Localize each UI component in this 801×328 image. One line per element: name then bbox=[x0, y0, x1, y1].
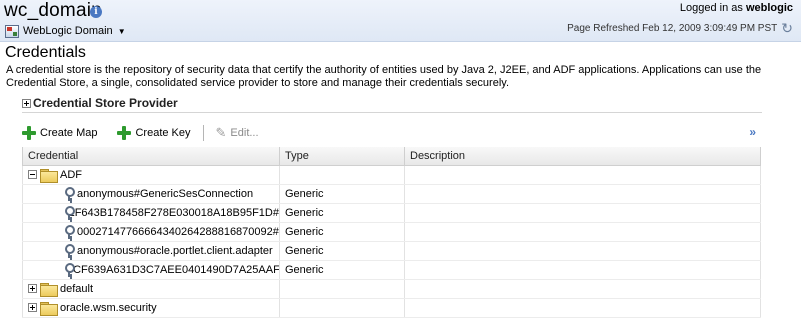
page-refreshed: Page Refreshed Feb 12, 2009 3:09:49 PM P… bbox=[567, 21, 793, 35]
credential-key-name: EF643B178458F278E030018A18B95F1D# bbox=[67, 206, 279, 219]
credential-store-provider-toggle[interactable]: Credential Store Provider bbox=[22, 96, 178, 110]
credentials-toolbar: Create Map Create Key ✎ Edit... » bbox=[14, 121, 762, 145]
credential-description bbox=[404, 203, 761, 223]
collapse-icon[interactable] bbox=[28, 170, 37, 179]
credential-key-name: anonymous#oracle.portlet.client.adapter bbox=[77, 244, 273, 257]
credential-description bbox=[404, 279, 761, 299]
table-row[interactable]: oracle.wsm.security bbox=[22, 298, 761, 318]
create-map-button[interactable]: Create Map bbox=[22, 126, 97, 140]
credential-description bbox=[404, 222, 761, 242]
plus-icon bbox=[22, 126, 36, 140]
key-icon bbox=[64, 243, 75, 258]
credential-description bbox=[404, 260, 761, 280]
table-header-row: Credential Type Description bbox=[22, 147, 761, 166]
refresh-icon[interactable]: ↻ bbox=[781, 21, 793, 35]
logged-in-prefix: Logged in as bbox=[679, 2, 743, 14]
page-refreshed-text: Page Refreshed Feb 12, 2009 3:09:49 PM P… bbox=[567, 22, 778, 34]
table-row[interactable]: 5CF639A631D3C7AEE0401490D7A25AAF Generic bbox=[22, 260, 761, 280]
page-title: Credentials bbox=[5, 44, 86, 61]
weblogic-domain-menu-label: WebLogic Domain bbox=[23, 25, 113, 37]
folder-icon bbox=[40, 301, 58, 316]
table-row[interactable]: anonymous#oracle.portlet.client.adapter … bbox=[22, 241, 761, 261]
page-header: wc_domain i WebLogic Domain ▼ Logged in … bbox=[0, 0, 801, 42]
double-chevron-right-icon[interactable]: » bbox=[749, 125, 756, 139]
folder-icon bbox=[40, 282, 58, 297]
weblogic-domain-menu[interactable]: WebLogic Domain ▼ bbox=[5, 23, 126, 39]
edit-button[interactable]: ✎ Edit... bbox=[216, 125, 259, 141]
key-icon bbox=[64, 186, 75, 201]
credential-type bbox=[279, 165, 405, 185]
credential-key-name: 5CF639A631D3C7AEE0401490D7A25AAF bbox=[67, 263, 280, 276]
table-row[interactable]: default bbox=[22, 279, 761, 299]
credential-description bbox=[404, 184, 761, 204]
create-key-button[interactable]: Create Key bbox=[117, 126, 191, 140]
logged-in-user: weblogic bbox=[745, 2, 793, 14]
create-map-label: Create Map bbox=[40, 127, 98, 139]
page-description: A credential store is the repository of … bbox=[6, 64, 762, 89]
credential-key-name: 00027147766664340264288816870092# bbox=[77, 225, 279, 238]
credential-description bbox=[404, 165, 761, 185]
credential-type: Generic bbox=[279, 222, 405, 242]
expand-icon bbox=[22, 98, 31, 108]
expand-icon[interactable] bbox=[28, 284, 37, 293]
credential-key-name: anonymous#GenericSesConnection bbox=[77, 187, 254, 200]
credential-map-name: default bbox=[60, 282, 94, 295]
credential-description bbox=[404, 298, 761, 318]
column-header-type[interactable]: Type bbox=[279, 147, 405, 166]
credential-map-name: ADF bbox=[60, 168, 82, 181]
edit-label: Edit... bbox=[230, 127, 259, 139]
table-row[interactable]: EF643B178458F278E030018A18B95F1D# Generi… bbox=[22, 203, 761, 223]
credentials-table: Credential Type Description ADF anonymou… bbox=[22, 147, 761, 318]
logged-in-status: Logged in as weblogic bbox=[680, 2, 793, 14]
folder-icon bbox=[40, 168, 58, 183]
table-row[interactable]: 00027147766664340264288816870092# Generi… bbox=[22, 222, 761, 242]
create-key-label: Create Key bbox=[135, 127, 191, 139]
info-icon[interactable]: i bbox=[90, 6, 102, 18]
table-row[interactable]: anonymous#GenericSesConnection Generic bbox=[22, 184, 761, 204]
credential-type: Generic bbox=[279, 260, 405, 280]
credential-description bbox=[404, 241, 761, 261]
key-icon bbox=[64, 224, 75, 239]
plus-icon bbox=[117, 126, 132, 140]
toolbar-separator bbox=[202, 125, 204, 141]
divider bbox=[22, 112, 762, 113]
credential-type: Generic bbox=[279, 241, 405, 261]
weblogic-domain-icon bbox=[5, 24, 19, 38]
credential-store-provider-label: Credential Store Provider bbox=[33, 96, 178, 110]
credential-type: Generic bbox=[279, 184, 405, 204]
chevron-down-icon: ▼ bbox=[117, 26, 126, 36]
credential-map-name: oracle.wsm.security bbox=[60, 301, 157, 314]
domain-title: wc_domain bbox=[4, 0, 102, 21]
column-header-credential[interactable]: Credential bbox=[22, 147, 280, 166]
expand-icon[interactable] bbox=[28, 303, 37, 312]
table-row[interactable]: ADF bbox=[22, 165, 761, 185]
pencil-icon: ✎ bbox=[215, 125, 227, 140]
credential-type: Generic bbox=[279, 203, 405, 223]
credential-type bbox=[279, 279, 405, 299]
column-header-description[interactable]: Description bbox=[404, 147, 761, 166]
credential-type bbox=[279, 298, 405, 318]
